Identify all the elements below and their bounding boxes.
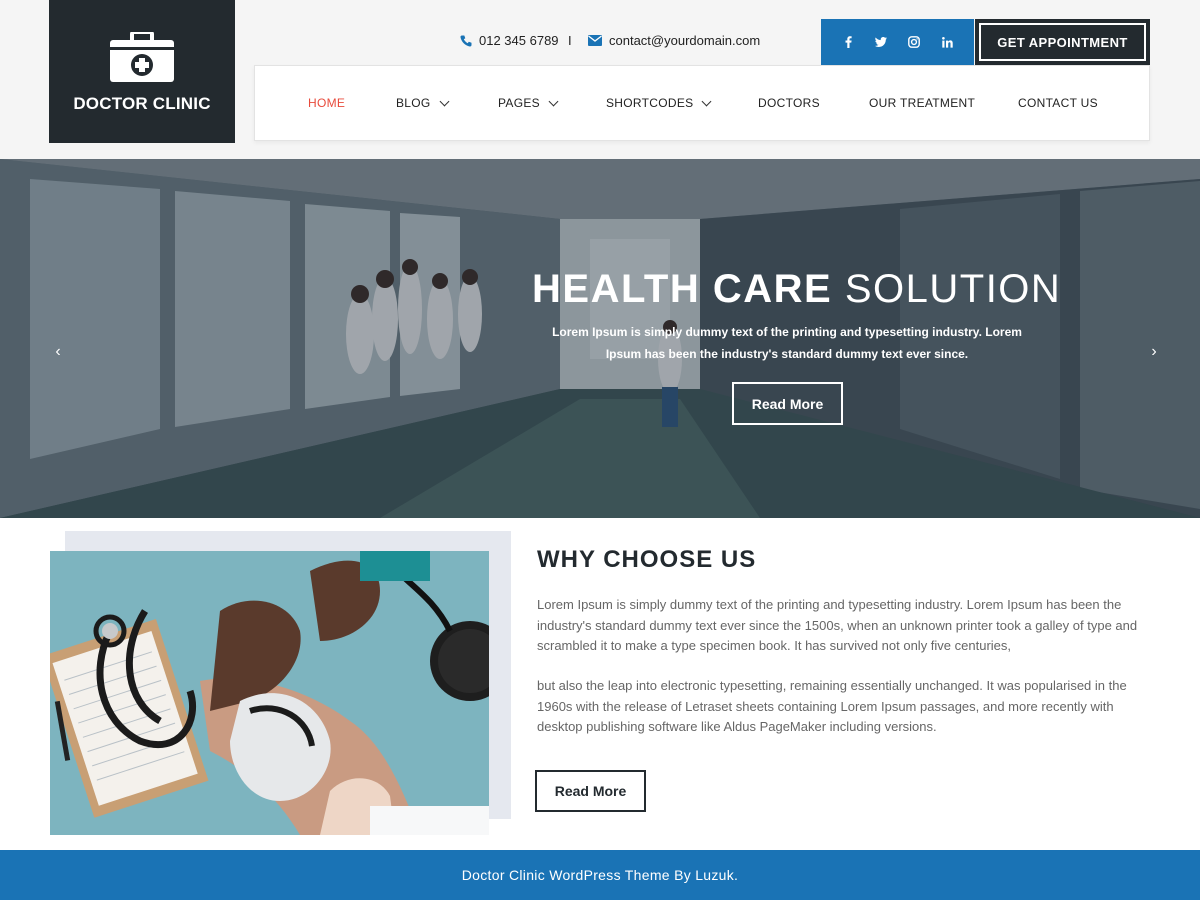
hero-title-bold: HEALTH CARE bbox=[532, 267, 833, 311]
footer-credit[interactable]: Doctor Clinic WordPress Theme By Luzuk. bbox=[462, 867, 739, 883]
why-choose-us-title: WHY CHOOSE US bbox=[537, 546, 757, 573]
chevron-down-icon bbox=[548, 96, 559, 106]
why-read-more-button[interactable]: Read More bbox=[535, 770, 646, 812]
slider-prev-icon[interactable]: ‹ bbox=[48, 342, 68, 362]
social-links bbox=[821, 19, 974, 65]
site-footer: Doctor Clinic WordPress Theme By Luzuk. bbox=[0, 850, 1200, 900]
nav-item-label: DOCTORS bbox=[758, 96, 820, 110]
contact-separator: I bbox=[568, 33, 572, 48]
site-logo[interactable]: DOCTOR CLINIC bbox=[49, 0, 235, 143]
medical-kit-icon bbox=[110, 32, 174, 82]
hero-title: HEALTH CARE SOLUTION bbox=[532, 267, 1060, 312]
chevron-down-icon bbox=[702, 96, 712, 106]
get-appointment-button[interactable]: GET APPOINTMENT bbox=[975, 19, 1150, 65]
main-navigation: HOME BLOG PAGES SHORTCODES DOCTORS OUR T… bbox=[254, 65, 1150, 141]
slider-next-icon[interactable]: › bbox=[1144, 342, 1164, 362]
chevron-down-icon bbox=[439, 96, 449, 106]
contact-email[interactable]: contact@yourdomain.com bbox=[588, 33, 760, 48]
contact-phone[interactable]: 012 345 6789 bbox=[460, 33, 559, 48]
facebook-icon[interactable] bbox=[832, 19, 865, 65]
why-paragraph-1: Lorem Ipsum is simply dummy text of the … bbox=[537, 597, 1138, 653]
site-header: DOCTOR CLINIC 012 345 6789 I contact@you… bbox=[0, 0, 1200, 159]
nav-item-label: SHORTCODES bbox=[606, 96, 694, 110]
hero-slider: ‹ › HEALTH CARE SOLUTION Lorem Ipsum is … bbox=[0, 159, 1200, 518]
image-frame-top bbox=[65, 531, 511, 551]
linkedin-icon[interactable] bbox=[931, 19, 964, 65]
envelope-icon bbox=[588, 35, 602, 46]
why-paragraph-2: but also the leap into electronic typese… bbox=[537, 678, 1127, 734]
hero-description: Lorem Ipsum is simply dummy text of the … bbox=[552, 325, 1022, 361]
nav-item-label: HOME bbox=[308, 96, 346, 110]
phone-number: 012 345 6789 bbox=[479, 33, 559, 48]
get-appointment-label: GET APPOINTMENT bbox=[979, 23, 1146, 61]
nav-item-pages[interactable]: PAGES bbox=[498, 96, 559, 110]
phone-icon bbox=[460, 35, 472, 47]
nav-item-shortcodes[interactable]: SHORTCODES bbox=[606, 96, 712, 110]
email-address: contact@yourdomain.com bbox=[609, 33, 761, 48]
site-title[interactable]: DOCTOR CLINIC bbox=[73, 94, 210, 114]
hero-title-light: SOLUTION bbox=[844, 267, 1062, 311]
hero-read-more-button[interactable]: Read More bbox=[732, 382, 843, 425]
blood-pressure-photo bbox=[50, 551, 489, 835]
nav-item-label: OUR TREATMENT bbox=[869, 96, 976, 110]
nav-item-blog[interactable]: BLOG bbox=[396, 96, 449, 110]
image-frame-right bbox=[489, 531, 511, 819]
top-bar: 012 345 6789 I contact@yourdomain.com GE… bbox=[254, 19, 1150, 65]
nav-item-home[interactable]: HOME bbox=[308, 96, 345, 110]
nav-item-label: BLOG bbox=[396, 96, 431, 110]
twitter-icon[interactable] bbox=[865, 19, 898, 65]
nav-item-label: CONTACT US bbox=[1018, 96, 1098, 110]
nav-item-contact-us[interactable]: CONTACT US bbox=[1018, 96, 1098, 110]
instagram-icon[interactable] bbox=[898, 19, 931, 65]
nav-item-our-treatment[interactable]: OUR TREATMENT bbox=[869, 96, 975, 110]
nav-item-label: PAGES bbox=[498, 96, 540, 110]
nav-item-doctors[interactable]: DOCTORS bbox=[758, 96, 820, 110]
